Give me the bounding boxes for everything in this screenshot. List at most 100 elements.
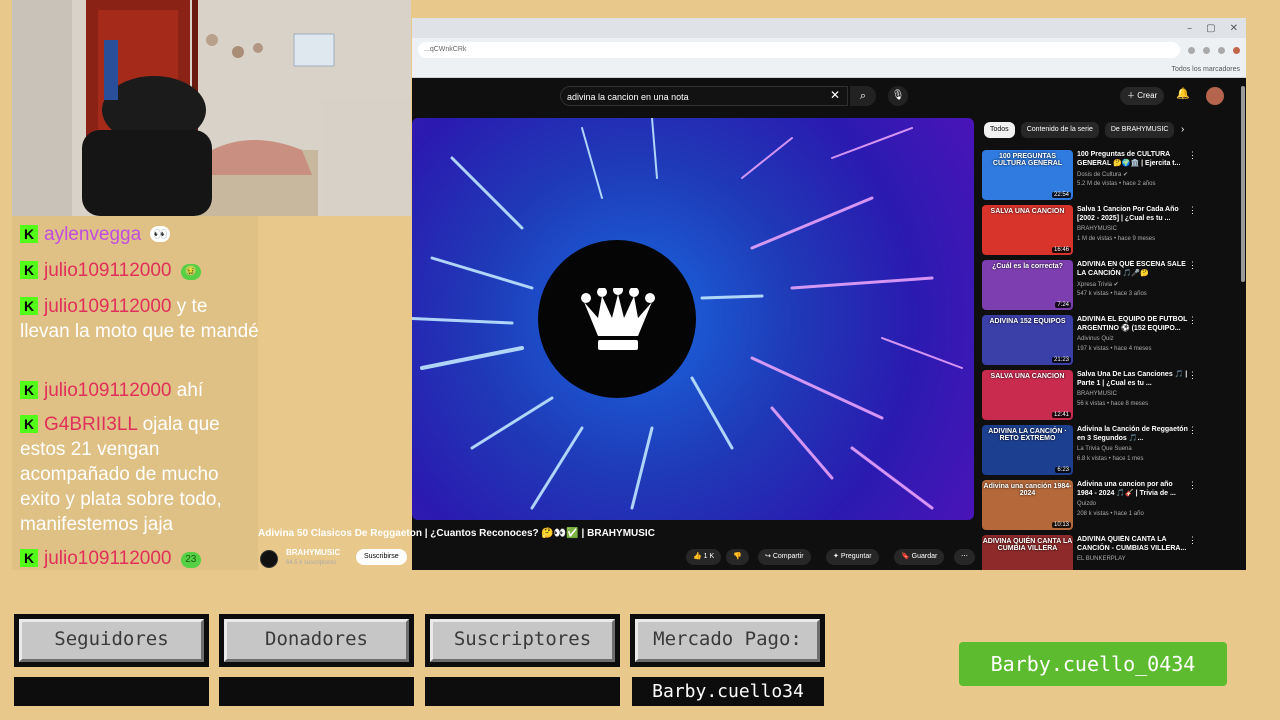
recommendation-title[interactable]: Salva Una De Las Canciones 🎵 | Parte 1 |… (1077, 370, 1189, 388)
mercado-pago-label: Mercado Pago: (635, 619, 820, 662)
webcam-feed (12, 0, 411, 216)
thumbnail-caption: ¿Cuál es la correcta? (992, 263, 1063, 270)
channel-avatar[interactable] (260, 550, 278, 568)
recommendation-item[interactable]: 100 PREGUNTAS CULTURA GENERAL 22:54 100 Pr… (982, 150, 1197, 200)
like-button[interactable]: 👍 1 K (686, 549, 722, 565)
kick-icon: K (20, 549, 38, 567)
more-vert-icon[interactable]: ⋮ (1188, 205, 1197, 216)
video-duration: 6:23 (1055, 467, 1071, 473)
clear-search-icon[interactable]: ✕ (830, 88, 840, 102)
recommendation-channel[interactable]: Dosis de Cultura ✔ (1077, 171, 1128, 178)
more-vert-icon[interactable]: ⋮ (1188, 425, 1197, 436)
subscribers-panel: Suscriptores (425, 614, 620, 667)
minimize-button[interactable]: – (1187, 23, 1192, 34)
voice-search-button[interactable]: 🎙 (888, 86, 908, 106)
bookmarks-bar: Todos los marcadores (412, 62, 1246, 78)
recommendation-channel[interactable]: BRAHYMUSIC (1077, 391, 1117, 397)
recommendation-item[interactable]: SALVA UNA CANCION 12:41 Salva Una De Las C… (982, 370, 1197, 420)
chat-message: K G4BRII3LL ojala que estos 21 vengan aco… (20, 412, 260, 537)
chat-text: ahí (176, 380, 204, 401)
chat-username: julio109112000 (44, 296, 172, 317)
more-vert-icon[interactable]: ⋮ (1188, 260, 1197, 271)
recommendation-item[interactable]: ADIVINA 152 EQUIPOS 21:23 ADIVINA EL EQUIP… (982, 315, 1197, 365)
recommendation-title[interactable]: ADIVINA QUIÉN CANTA LA CANCIÓN - CUMBIAS… (1077, 535, 1189, 553)
recommendation-channel[interactable]: Xpresa Trivia ✔ (1077, 281, 1119, 288)
chip-series[interactable]: Contenido de la serie (1020, 122, 1099, 138)
more-vert-icon[interactable]: ⋮ (1188, 480, 1197, 491)
address-bar[interactable]: ...qCWnkCRk (418, 42, 1180, 58)
maximize-button[interactable]: ▢ (1206, 23, 1215, 34)
video-thumbnail[interactable]: Adivina una canción 1984-2024 10:13 (982, 480, 1073, 530)
microphone-icon: 🎙 (891, 90, 905, 101)
video-thumbnail[interactable]: ADIVINA 152 EQUIPOS 21:23 (982, 315, 1073, 365)
account-avatar[interactable] (1206, 87, 1224, 105)
video-thumbnail[interactable]: SALVA UNA CANCION 12:41 (982, 370, 1073, 420)
share-button[interactable]: ↪ Compartir (758, 549, 811, 565)
close-window-button[interactable]: ✕ (1230, 23, 1238, 34)
like-count: 1 K (703, 553, 715, 560)
recommendation-meta: 6.8 k vistas • hace 1 mes (1077, 456, 1144, 462)
more-vert-icon[interactable]: ⋮ (1188, 535, 1197, 546)
chat-username: julio109112000 (44, 548, 172, 569)
search-input[interactable]: adivina la cancion en una nota (560, 86, 848, 106)
subscribe-button[interactable]: Suscribirse (356, 549, 407, 565)
video-thumbnail[interactable]: 100 PREGUNTAS CULTURA GENERAL 22:54 (982, 150, 1073, 200)
video-thumbnail[interactable]: SALVA UNA CANCION 16:46 (982, 205, 1073, 255)
donors-panel: Donadores (219, 614, 414, 667)
thumbnail-caption: 100 PREGUNTAS CULTURA GENERAL (992, 153, 1063, 167)
thumbs-up-icon: 👍 (693, 553, 704, 560)
recommendation-item[interactable]: ¿Cuál es la correcta? 7:24 ADIVINA EN QUÉ … (982, 260, 1197, 310)
ask-button[interactable]: ✦ Preguntar (826, 549, 879, 565)
more-actions-button[interactable]: ⋯ (954, 549, 975, 565)
thumbnail-caption: ADIVINA QUIÉN CANTA LA CUMBIA VILLERA (982, 538, 1073, 552)
extensions-icon[interactable] (1218, 46, 1225, 54)
create-label: Crear (1137, 91, 1158, 100)
recommendation-item[interactable]: Adivina una canción 1984-2024 10:13 Adivin… (982, 480, 1197, 530)
recommendation-item[interactable]: ADIVINA LA CANCIÓN · RETO EXTREMO 6:23 Adi… (982, 425, 1197, 475)
video-player[interactable] (412, 118, 974, 520)
alias-tag: Barby.cuello_0434 (959, 642, 1227, 686)
recommendation-title[interactable]: Adivina una cancion por año 1984 - 2024 … (1077, 480, 1189, 498)
mercado-pago-alias: Barby.cuello34 (652, 681, 804, 702)
video-thumbnail[interactable]: ¿Cuál es la correcta? 7:24 (982, 260, 1073, 310)
chip-channel[interactable]: De BRAHYMUSIC (1104, 122, 1175, 138)
recommendation-channel[interactable]: Quizdo (1077, 501, 1096, 507)
profile-avatar[interactable] (1233, 46, 1240, 54)
recommendation-channel[interactable]: La Trivia Que Suena (1077, 446, 1132, 452)
recommendation-channel[interactable]: EL BUNKERPLAY (1077, 556, 1126, 562)
recommendation-channel[interactable]: BRAHYMUSIC (1077, 226, 1117, 232)
all-bookmarks-link[interactable]: Todos los marcadores (1172, 66, 1240, 73)
dislike-button[interactable]: 👎 (726, 549, 749, 565)
scrollbar-thumb[interactable] (1241, 86, 1245, 282)
chevron-right-icon[interactable]: › (1181, 124, 1184, 135)
recommendation-channel[interactable]: Adivinus Quiz (1077, 336, 1114, 342)
save-button[interactable]: 🔖 Guardar (894, 549, 945, 565)
more-vert-icon[interactable]: ⋮ (1188, 315, 1197, 326)
recommendation-title[interactable]: ADIVINA EN QUÉ ESCENA SALE LA CANCIÓN 🎵🎤… (1077, 260, 1189, 278)
more-vert-icon[interactable]: ⋮ (1188, 150, 1197, 161)
chat-username: julio109112000 (44, 380, 172, 401)
recommendation-title[interactable]: 100 Preguntas de CULTURA GENERAL 🤔🌍🏛️ | … (1077, 150, 1189, 168)
video-thumbnail[interactable]: ADIVINA LA CANCIÓN · RETO EXTREMO 6:23 (982, 425, 1073, 475)
more-vert-icon[interactable]: ⋮ (1188, 370, 1197, 381)
kick-icon: K (20, 415, 38, 433)
chip-all[interactable]: Todos (984, 122, 1015, 138)
chat-message: Kjulio109112000 🤢 (20, 258, 260, 283)
recommendation-item[interactable]: SALVA UNA CANCION 16:46 Salva 1 Cancion Po… (982, 205, 1197, 255)
recommendation-title[interactable]: Salva 1 Cancion Por Cada Año [2002 - 202… (1077, 205, 1189, 223)
recommendation-title[interactable]: ADIVINA EL EQUIPO DE FUTBOL ARGENTINO ⚽ … (1077, 315, 1189, 333)
browser-toolbar: ...qCWnkCRk (412, 38, 1246, 62)
create-button[interactable]: ＋ Crear (1120, 87, 1165, 105)
youtube-header: adivina la cancion en una nota ✕ ⌕ 🎙 ＋ C… (412, 78, 1246, 114)
search-button[interactable]: ⌕ (850, 86, 876, 106)
video-title: Adivina 50 Clasicos De Reggaeton | ¿Cuan… (258, 528, 655, 539)
bookmark-star-icon[interactable] (1203, 46, 1210, 54)
recommendation-title[interactable]: Adivina la Canción de Reggaetón en 3 Seg… (1077, 425, 1189, 443)
chat-username: julio109112000 (44, 260, 172, 281)
recommendation-meta: 208 k vistas • hace 1 año (1077, 511, 1144, 517)
chat-message: Kaylenvegga 👀 (20, 222, 260, 247)
channel-name[interactable]: BRAHYMUSIC (286, 548, 340, 557)
share-icon[interactable] (1188, 46, 1195, 54)
save-label: Guardar (911, 553, 938, 560)
notifications-bell-icon[interactable]: 🔔 (1176, 87, 1190, 100)
